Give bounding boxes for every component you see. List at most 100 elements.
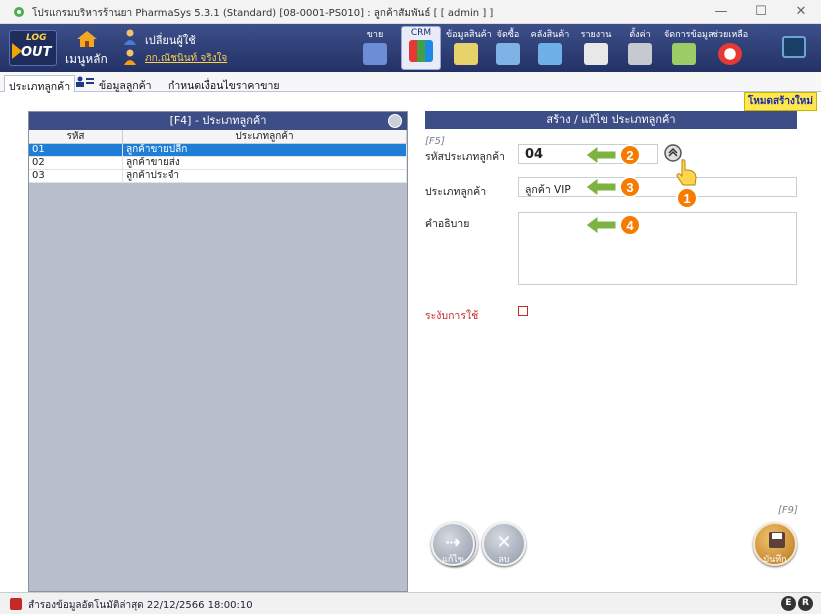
toolbar-settings-button[interactable]: ตั้งค่า	[620, 26, 660, 70]
row-code: 01	[29, 144, 123, 156]
change-user-button[interactable]: เปลี่ยนผู้ใช้	[145, 31, 196, 49]
logout-button[interactable]: LOG OUT	[9, 30, 57, 66]
f9-hint: [F9]	[778, 505, 798, 516]
edit-code-button[interactable]: ⇢ แก้ไข	[431, 522, 475, 566]
toolbar-purchase-button[interactable]: จัดซื้อ	[488, 26, 528, 70]
lifebuoy-icon	[718, 43, 742, 65]
user-panel: เปลี่ยนผู้ใช้ ภก.ณัชนินท์ จริงใจ	[123, 27, 293, 69]
tab-customer-type[interactable]: ประเภทลูกค้า	[4, 75, 76, 93]
toolbar-crm-button[interactable]: CRM	[401, 26, 441, 70]
row-type-name: ลูกค้าประจำ	[123, 170, 407, 182]
suspend-checkbox[interactable]	[518, 306, 528, 316]
table-row[interactable]: 03 ลูกค้าประจำ	[29, 170, 407, 183]
table-header: รหัส ประเภทลูกค้า	[29, 130, 407, 144]
type-label: ประเภทลูกค้า	[425, 186, 487, 198]
status-bar: สำรองข้อมูลอัตโนมัติล่าสุด 22/12/2566 18…	[0, 592, 821, 614]
logout-label-top: LOG	[26, 33, 47, 43]
toolbar-purchase-label: จัดซื้อ	[496, 30, 520, 40]
table-row[interactable]: 01 ลูกค้าขายปลีก	[29, 144, 407, 157]
r-badge[interactable]: R	[798, 596, 813, 611]
user-icon	[124, 49, 136, 65]
callout-1-number: 1	[683, 191, 690, 206]
callout-2-number: 2	[626, 148, 633, 163]
cash-register-icon	[363, 43, 387, 65]
callout-4-arrow-icon: 4	[585, 214, 641, 236]
toolbar-sales-button[interactable]: ขาย	[355, 26, 395, 70]
toolbar-data-button[interactable]: จัดการข้อมูล	[664, 26, 714, 70]
description-field[interactable]	[518, 212, 797, 285]
row-type-name: ลูกค้าขายส่ง	[123, 157, 407, 169]
minimize-button[interactable]: —	[701, 3, 741, 21]
toolbar-warehouse-label: คลังสินค้า	[530, 30, 570, 40]
toolbar-report-button[interactable]: รายงาน	[576, 26, 616, 70]
toolbar-help-button[interactable]: ช่วยเหลือ	[710, 26, 750, 70]
toolbar-settings-label: ตั้งค่า	[629, 30, 651, 40]
crm-chart-icon	[409, 40, 433, 62]
save-icon	[769, 532, 785, 548]
delete-x-icon: ✕	[496, 532, 512, 553]
maximize-button[interactable]: ☐	[741, 3, 781, 21]
tab-price-conditions[interactable]: กำหนดเงื่อนไขราคาขาย	[164, 75, 284, 92]
save-button[interactable]: บันทึก	[753, 522, 797, 566]
toolbar-product-label: ข้อมูลสินค้า	[446, 30, 492, 40]
delete-button[interactable]: ✕ ลบ	[482, 522, 526, 566]
main-menu-label: เมนูหลัก	[65, 52, 108, 66]
list-panel-title: [F4] - ประเภทลูกค้า	[169, 114, 267, 127]
logout-label-bottom: OUT	[21, 45, 52, 60]
main-menu-button[interactable]: เมนูหลัก	[62, 30, 114, 66]
toolbar-product-button[interactable]: ข้อมูลสินค้า	[446, 26, 492, 70]
column-header-code[interactable]: รหัส	[29, 130, 123, 143]
list-panel-header: [F4] - ประเภทลูกค้า	[29, 112, 407, 130]
tools-icon	[628, 43, 652, 65]
data-management-icon	[672, 43, 696, 65]
callout-3-arrow-icon: 3	[585, 176, 641, 198]
callout-3-number: 3	[626, 180, 633, 195]
toolbar-help-label: ช่วยเหลือ	[711, 30, 749, 40]
f5-hint: [F5]	[425, 136, 445, 147]
edit-arrow-icon: ⇢	[445, 532, 461, 553]
customer-type-list-panel: [F4] - ประเภทลูกค้า รหัส ประเภทลูกค้า 01…	[28, 111, 478, 592]
callout-1-badge: 1	[676, 187, 698, 209]
e-badge[interactable]: E	[781, 596, 796, 611]
customer-list-icon	[76, 76, 94, 88]
code-label: รหัสประเภทลูกค้า	[425, 151, 506, 163]
description-label: คำอธิบาย	[425, 218, 470, 230]
help-icon[interactable]	[388, 114, 402, 128]
monitor-icon	[782, 36, 806, 58]
customer-type-table: รหัส ประเภทลูกค้า 01 ลูกค้าขายปลีก 02 ลู…	[29, 130, 407, 183]
mode-badge: โหมดสร้างใหม่	[743, 92, 817, 111]
warehouse-box-icon	[538, 43, 562, 65]
report-icon	[584, 43, 608, 65]
row-type-name: ลูกค้าขายปลีก	[123, 144, 407, 156]
close-button[interactable]: ✕	[781, 3, 821, 21]
customer-type-name-field[interactable]: ลูกค้า VIP	[518, 177, 797, 197]
app-logo-icon	[14, 7, 24, 17]
toolbar-crm-label: CRM	[410, 28, 432, 38]
main-toolbar: LOG OUT เมนูหลัก เปลี่ยนผู้ใช้ ภก.ณัชนิน…	[0, 24, 821, 72]
delete-button-label: ลบ	[498, 555, 510, 565]
purchase-cart-icon	[496, 43, 520, 65]
form-header: สร้าง / แก้ไข ประเภทลูกค้า	[425, 111, 797, 129]
callout-4-number: 4	[626, 218, 634, 233]
callout-2-arrow-icon: 2	[585, 144, 641, 166]
toolbar-warehouse-button[interactable]: คลังสินค้า	[530, 26, 570, 70]
pointer-hand-icon	[676, 159, 697, 186]
column-header-type[interactable]: ประเภทลูกค้า	[123, 130, 407, 143]
table-row[interactable]: 02 ลูกค้าขายส่ง	[29, 157, 407, 170]
toolbar-report-label: รายงาน	[580, 30, 612, 40]
backup-icon	[10, 598, 22, 610]
toolbar-data-label: จัดการข้อมูล	[664, 30, 714, 40]
suspend-label: ระงับการใช้	[425, 310, 479, 322]
toolbar-screen-button[interactable]	[774, 26, 814, 70]
current-user-link[interactable]: ภก.ณัชนินท์ จริงใจ	[145, 51, 227, 66]
window-titlebar: โปรแกรมบริหารร้านยา PharmaSys 5.3.1 (Sta…	[0, 0, 821, 24]
change-user-icon	[124, 29, 136, 45]
backup-status-text: สำรองข้อมูลอัตโนมัติล่าสุด 22/12/2566 18…	[28, 600, 253, 611]
tab-bar: ประเภทลูกค้า ข้อมูลลูกค้า กำหนดเงื่อนไขร…	[0, 72, 821, 93]
row-code: 03	[29, 170, 123, 182]
row-code: 02	[29, 157, 123, 169]
save-button-label: บันทึก	[763, 555, 787, 565]
tab-customer-info[interactable]: ข้อมูลลูกค้า	[95, 75, 156, 92]
edit-button-label: แก้ไข	[442, 555, 464, 565]
product-box-icon	[454, 43, 478, 65]
